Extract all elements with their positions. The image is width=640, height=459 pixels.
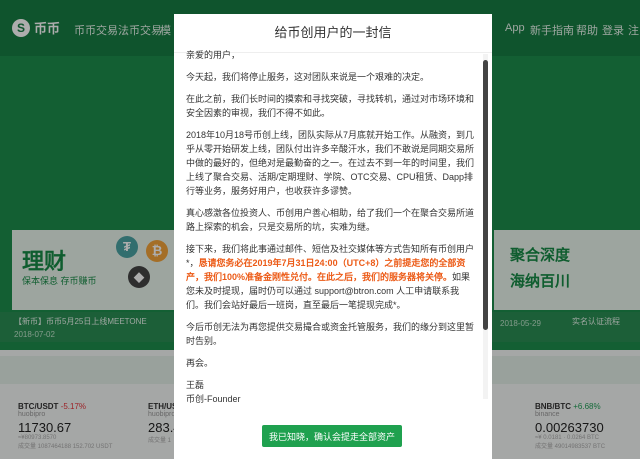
confirm-withdraw-button[interactable]: 我已知晓，确认会提走全部资产 xyxy=(262,425,402,447)
letter-signer: 王磊 xyxy=(186,380,205,390)
letter-farewell: 再会。 xyxy=(186,358,214,368)
letter-paragraph: 今后币创无法为再您提供交易撮合或资金托管服务，我们的缘分到这里暂时告别。 xyxy=(186,322,475,346)
modal-body: 亲爱的用户， 今天起，我们将停止服务，这对团队来说是一个艰难的决定。 在此之前，… xyxy=(186,48,476,406)
letter-signer-title: 币创-Founder xyxy=(186,394,241,404)
farewell-letter-modal: 给币创用户的一封信 亲爱的用户， 今天起，我们将停止服务，这对团队来说是一个艰难… xyxy=(174,14,492,459)
letter-paragraph: 2018年10月18号币创上线，团队实际从7月底就开始工作。从融资，到几乎从零开… xyxy=(186,130,475,196)
letter-paragraph: 在此之前，我们长时间的摸索和寻找突破，寻找转机，通过对市场环境和安全因素的审视，… xyxy=(186,94,475,118)
letter-highlight: 恳请您务必在2019年7月31日24:00（UTC+8）之前提走您的全部资产，我… xyxy=(186,258,466,282)
letter-paragraph-withdraw: 接下来，我们将此事通过邮件、短信及社交媒体等方式告知所有币创用户*，恳请您务必在… xyxy=(186,242,476,312)
letter-paragraph: 今天起，我们将停止服务，这对团队来说是一个艰难的决定。 xyxy=(186,72,430,82)
letter-paragraph: 真心感激各位投资人、币创用户善心相助，给了我们一个在聚合交易所道路上探索的机会，… xyxy=(186,208,475,232)
letter-greeting: 亲爱的用户， xyxy=(186,50,241,60)
modal-scrollbar-thumb[interactable] xyxy=(483,60,488,330)
